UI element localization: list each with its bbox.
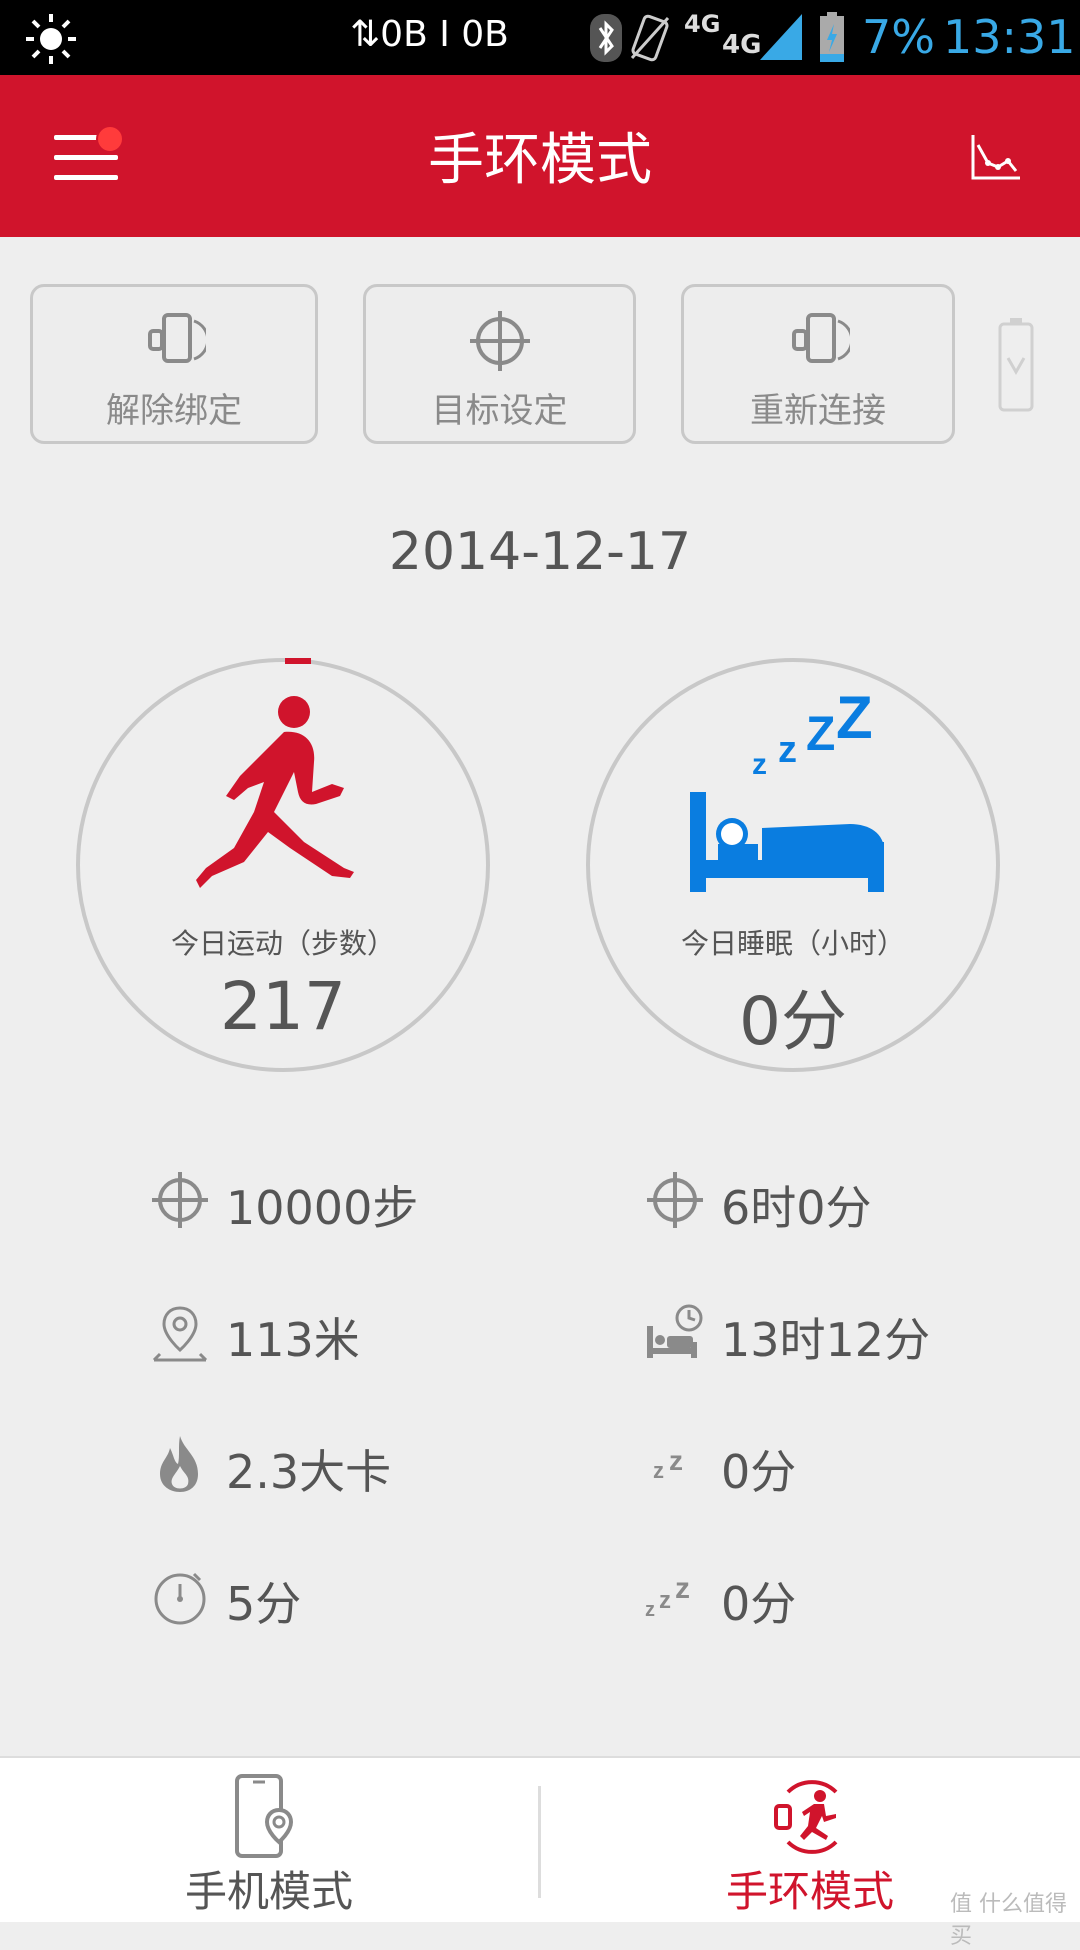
- sleep-duration: 0分: [739, 983, 847, 1060]
- step-count: 217: [220, 968, 346, 1045]
- reconnect-label: 重新连接: [750, 391, 886, 431]
- band-battery-icon: [998, 318, 1034, 412]
- svg-text:z: z: [653, 1458, 664, 1483]
- tab-phone-mode-label: 手机模式: [184, 1867, 353, 1916]
- svg-text:z: z: [645, 1599, 655, 1621]
- light-sleep-value: 0分: [721, 1445, 797, 1499]
- network-4g-label-2: 4G: [722, 30, 762, 60]
- location-pin-icon: [152, 1306, 208, 1362]
- sleep-bed-icon: z z Z Z: [690, 692, 884, 892]
- current-date: 2014-12-17: [388, 522, 692, 582]
- status-bar: ⇅0B I 0B 4G 4G 7% 13:31: [0, 0, 1080, 75]
- device-link-icon: [792, 313, 850, 363]
- phone-location-icon: [235, 1774, 294, 1858]
- activity-label: 今日运动（步数）: [170, 927, 395, 960]
- bluetooth-icon: [590, 14, 622, 62]
- battery-icon: [820, 12, 844, 62]
- watermark: 值 什么值得买: [950, 1892, 1067, 1949]
- reconnect-button[interactable]: 重新连接: [681, 284, 955, 444]
- tab-phone-mode[interactable]: 手机模式: [0, 1758, 538, 1922]
- stopwatch-icon: [154, 1572, 206, 1625]
- svg-text:Z: Z: [836, 692, 873, 751]
- unbind-button[interactable]: 解除绑定: [30, 284, 318, 444]
- activity-ring[interactable]: 今日运动（步数） 217: [76, 658, 490, 1072]
- activity-progress-marker: [285, 658, 311, 664]
- goal-steps-value: 10000步: [226, 1181, 419, 1235]
- page-title: 手环模式: [428, 128, 652, 193]
- flame-icon: [160, 1436, 198, 1492]
- sleep-ring[interactable]: z z Z Z 今日睡眠（小时） 0分: [586, 658, 1000, 1072]
- deep-sleep-value: 0分: [721, 1577, 797, 1631]
- svg-text:z: z: [669, 1445, 683, 1476]
- target-icon: [152, 1172, 208, 1228]
- bed-clock-icon: [647, 1304, 703, 1358]
- duration-value: 5分: [226, 1577, 302, 1631]
- runner-icon: [196, 696, 354, 888]
- sleep-label: 今日睡眠（小时）: [680, 927, 905, 960]
- battery-percent: 7%: [862, 10, 935, 64]
- calories-value: 2.3大卡: [226, 1445, 392, 1499]
- distance-value: 113米: [226, 1313, 360, 1367]
- signal-icon: [760, 14, 802, 60]
- clock: 13:31: [943, 10, 1076, 64]
- bed-time-value: 13时12分: [721, 1313, 931, 1367]
- device-link-icon: [148, 313, 206, 363]
- svg-text:z: z: [752, 748, 767, 781]
- bottom-nav: 手机模式 手环模式: [0, 1756, 1080, 1922]
- target-icon: [647, 1172, 703, 1228]
- light-sleep-icon: z z: [653, 1445, 683, 1483]
- goal-sleep-value: 6时0分: [721, 1181, 872, 1235]
- svg-text:Z: Z: [806, 708, 835, 761]
- target-icon: [469, 311, 530, 371]
- network-speed: ⇅0B I 0B: [350, 14, 509, 55]
- brightness-icon: [26, 14, 76, 64]
- svg-text:z: z: [675, 1572, 690, 1605]
- app-bar: 手环模式: [0, 75, 1080, 237]
- svg-text:z: z: [659, 1587, 671, 1614]
- goal-setting-label: 目标设定: [431, 391, 568, 431]
- vibrate-icon: [630, 14, 670, 62]
- deep-sleep-icon: z z z: [645, 1572, 690, 1621]
- svg-text:z: z: [778, 729, 797, 771]
- band-runner-icon: [774, 1780, 838, 1854]
- network-4g-label: 4G: [684, 10, 721, 38]
- unbind-label: 解除绑定: [106, 391, 242, 431]
- goal-setting-button[interactable]: 目标设定: [363, 284, 636, 444]
- chart-icon[interactable]: [970, 133, 1022, 181]
